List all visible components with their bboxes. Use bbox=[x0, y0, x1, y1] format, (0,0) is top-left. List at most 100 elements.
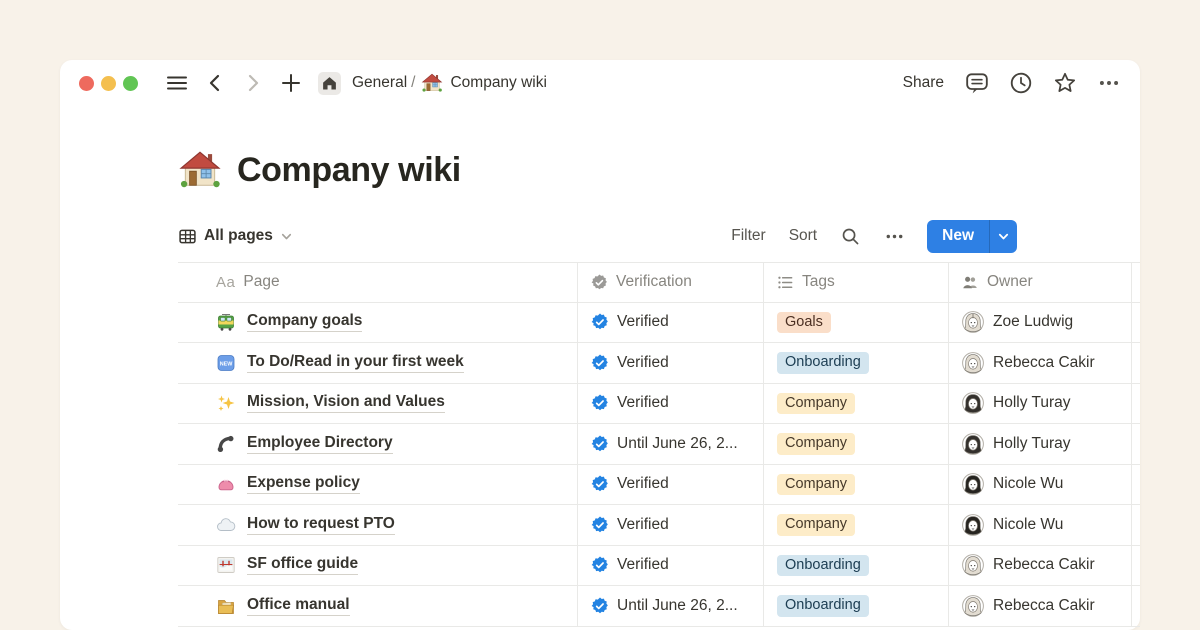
page-link[interactable]: How to request PTO bbox=[247, 515, 395, 535]
tags-cell[interactable]: Company bbox=[763, 505, 948, 545]
column-header-page[interactable]: Aa Page bbox=[178, 263, 577, 302]
owner-cell[interactable]: Rebecca Cakir bbox=[948, 546, 1132, 586]
forward-icon[interactable] bbox=[242, 72, 264, 94]
tags-cell[interactable]: Onboarding bbox=[763, 343, 948, 383]
back-icon[interactable] bbox=[204, 72, 226, 94]
column-header-verification[interactable]: Verification bbox=[577, 263, 763, 302]
column-header-owner[interactable]: Owner bbox=[948, 263, 1132, 302]
verification-cell[interactable]: Verified bbox=[577, 465, 763, 505]
page-link[interactable]: To Do/Read in your first week bbox=[247, 353, 464, 373]
chevron-down-icon bbox=[997, 230, 1010, 243]
verified-badge-icon bbox=[591, 556, 609, 574]
page-link[interactable]: Office manual bbox=[247, 596, 350, 616]
page-link[interactable]: Company goals bbox=[247, 312, 362, 332]
verified-badge-icon bbox=[591, 597, 609, 615]
zoom-window-button[interactable] bbox=[123, 76, 138, 91]
tags-cell[interactable]: Goals bbox=[763, 303, 948, 343]
page-link[interactable]: SF office guide bbox=[247, 555, 358, 575]
page-title: Company wiki bbox=[237, 151, 461, 190]
verification-cell[interactable]: Verified bbox=[577, 384, 763, 424]
breadcrumb-page[interactable]: Company wiki bbox=[450, 74, 546, 92]
owner-name: Zoe Ludwig bbox=[993, 313, 1073, 331]
verification-text: Verified bbox=[617, 556, 669, 574]
tag-badge: Company bbox=[777, 474, 855, 496]
verification-text: Verified bbox=[617, 394, 669, 412]
page-emoji-icon bbox=[216, 393, 236, 413]
owner-cell[interactable]: Holly Turay bbox=[948, 384, 1132, 424]
tag-badge: Company bbox=[777, 514, 855, 536]
owner-cell[interactable]: Nicole Wu bbox=[948, 465, 1132, 505]
page-link[interactable]: Mission, Vision and Values bbox=[247, 393, 445, 413]
favorite-star-icon[interactable] bbox=[1053, 71, 1077, 95]
new-button[interactable]: New bbox=[927, 220, 989, 253]
table-row: Office manual Until June 26, 2... Onboar… bbox=[178, 586, 1140, 627]
verification-cell[interactable]: Verified bbox=[577, 546, 763, 586]
window-topbar: General / Company wiki Share bbox=[60, 60, 1140, 106]
page-cell: SF office guide bbox=[178, 546, 577, 586]
table-row: How to request PTO Verified Company Nico… bbox=[178, 505, 1140, 546]
sort-button[interactable]: Sort bbox=[789, 227, 817, 245]
table-row: Expense policy Verified Company Nicole W… bbox=[178, 465, 1140, 506]
owner-cell[interactable]: Rebecca Cakir bbox=[948, 343, 1132, 383]
owner-cell[interactable]: Zoe Ludwig bbox=[948, 303, 1132, 343]
home-icon[interactable] bbox=[318, 72, 341, 95]
owner-cell[interactable]: Holly Turay bbox=[948, 424, 1132, 464]
view-toolbar: All pages Filter Sort New bbox=[178, 218, 1017, 254]
page-link[interactable]: Employee Directory bbox=[247, 434, 393, 454]
app-window: General / Company wiki Share Company wik… bbox=[60, 60, 1140, 630]
verification-cell[interactable]: Verified bbox=[577, 303, 763, 343]
owner-cell[interactable]: Rebecca Cakir bbox=[948, 586, 1132, 626]
verification-text: Verified bbox=[617, 516, 669, 534]
breadcrumb-separator: / bbox=[411, 74, 415, 92]
owner-avatar bbox=[962, 311, 984, 333]
search-icon[interactable] bbox=[840, 226, 861, 247]
verification-cell[interactable]: Verified bbox=[577, 343, 763, 383]
table-row: Mission, Vision and Values Verified Comp… bbox=[178, 384, 1140, 425]
minimize-window-button[interactable] bbox=[101, 76, 116, 91]
sidebar-menu-icon[interactable] bbox=[166, 72, 188, 94]
table-view-icon bbox=[178, 227, 197, 246]
tags-cell[interactable]: Company bbox=[763, 465, 948, 505]
page-emoji-icon bbox=[216, 434, 236, 454]
tags-cell[interactable]: Company bbox=[763, 384, 948, 424]
share-button[interactable]: Share bbox=[903, 74, 944, 92]
verified-badge-icon bbox=[591, 313, 609, 331]
owner-avatar bbox=[962, 433, 984, 455]
verification-text: Until June 26, 2... bbox=[617, 597, 738, 615]
header-filler bbox=[1132, 263, 1140, 302]
tags-cell[interactable]: Onboarding bbox=[763, 586, 948, 626]
verification-text: Verified bbox=[617, 313, 669, 331]
tags-cell[interactable]: Onboarding bbox=[763, 546, 948, 586]
new-button-dropdown[interactable] bbox=[989, 220, 1017, 253]
page-cell: Expense policy bbox=[178, 465, 577, 505]
breadcrumb-root[interactable]: General bbox=[352, 74, 407, 92]
column-header-tags[interactable]: Tags bbox=[763, 263, 948, 302]
verified-badge-icon bbox=[591, 516, 609, 534]
history-clock-icon[interactable] bbox=[1009, 71, 1033, 95]
page-cell: Office manual bbox=[178, 586, 577, 626]
more-options-icon[interactable] bbox=[1097, 71, 1121, 95]
pages-table: Aa Page Verification Tags Owner Company … bbox=[178, 262, 1140, 627]
close-window-button[interactable] bbox=[79, 76, 94, 91]
table-body: Company goals Verified Goals Zoe Ludwig … bbox=[178, 303, 1140, 627]
chevron-down-icon bbox=[280, 230, 293, 243]
page-link[interactable]: Expense policy bbox=[247, 474, 360, 494]
owner-avatar bbox=[962, 392, 984, 414]
owner-avatar bbox=[962, 473, 984, 495]
tags-cell[interactable]: Company bbox=[763, 424, 948, 464]
verification-cell[interactable]: Verified bbox=[577, 505, 763, 545]
verification-cell[interactable]: Until June 26, 2... bbox=[577, 586, 763, 626]
tag-badge: Company bbox=[777, 433, 855, 455]
owner-name: Nicole Wu bbox=[993, 516, 1063, 534]
owner-cell[interactable]: Nicole Wu bbox=[948, 505, 1132, 545]
filter-button[interactable]: Filter bbox=[731, 227, 765, 245]
view-more-icon[interactable] bbox=[884, 226, 905, 247]
view-selector[interactable]: All pages bbox=[178, 227, 293, 246]
view-name: All pages bbox=[204, 227, 273, 245]
comments-icon[interactable] bbox=[965, 71, 989, 95]
house-emoji-icon bbox=[421, 72, 443, 94]
row-filler bbox=[1132, 343, 1140, 383]
new-page-plus-icon[interactable] bbox=[280, 72, 302, 94]
table-row: Company goals Verified Goals Zoe Ludwig bbox=[178, 303, 1140, 344]
verification-cell[interactable]: Until June 26, 2... bbox=[577, 424, 763, 464]
